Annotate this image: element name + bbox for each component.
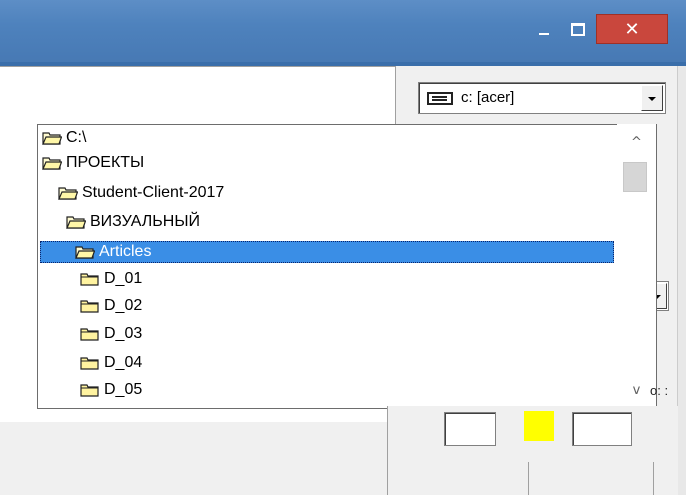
folder-item[interactable]: D_03: [80, 323, 142, 345]
folder-item[interactable]: Student-Client-2017: [58, 182, 224, 204]
folder-item-selected[interactable]: Articles: [40, 241, 614, 263]
folder-icon: [80, 356, 100, 370]
folder-icon: [80, 383, 100, 397]
value-field-1[interactable]: [444, 412, 496, 446]
close-icon: ✕: [624, 18, 640, 40]
folder-item-label: D_02: [104, 297, 143, 314]
folder-item-label: Articles: [99, 243, 152, 260]
minimize-button[interactable]: [527, 14, 561, 44]
color-swatch[interactable]: [524, 411, 554, 441]
folder-item-label: D_04: [104, 354, 143, 371]
close-button[interactable]: ✕: [596, 14, 668, 44]
open-folder-icon: [66, 215, 86, 229]
folder-item-label: ПРОЕКТЫ: [66, 154, 145, 171]
maximize-button[interactable]: [561, 14, 595, 44]
drive-select-value: c: [acer]: [461, 89, 515, 106]
folder-item-label: D_03: [104, 325, 143, 342]
open-folder-icon: [42, 131, 62, 145]
screen: ✕ c: [acer] C:\ ПРОЕКТЫ Student-Client-201…: [0, 0, 686, 495]
drive-icon: [427, 92, 453, 105]
folder-icon: [80, 272, 100, 286]
partial-label: o: :: [650, 383, 669, 398]
folder-item[interactable]: ПРОЕКТЫ: [42, 152, 144, 174]
folder-item[interactable]: C:\: [42, 127, 86, 149]
divider: [653, 462, 654, 495]
folder-item-label: D_05: [104, 381, 143, 398]
open-folder-icon: [58, 186, 78, 200]
value-field-2[interactable]: [572, 412, 632, 446]
folder-item[interactable]: D_04: [80, 352, 142, 374]
folder-item[interactable]: D_01: [80, 268, 142, 290]
drive-select-arrow[interactable]: [641, 85, 663, 111]
folder-item[interactable]: ВИЗУАЛЬНЫЙ: [66, 211, 200, 233]
folder-dropdown-list[interactable]: C:\ ПРОЕКТЫ Student-Client-2017 ВИЗУАЛЬНЫЙ A…: [37, 124, 657, 409]
folder-item-label: D_01: [104, 270, 143, 287]
window-right-edge: [677, 66, 686, 495]
folder-item[interactable]: D_02: [80, 295, 142, 317]
open-folder-icon: [75, 245, 95, 259]
divider: [528, 462, 529, 495]
chevron-down-icon: [648, 97, 656, 101]
scrollbar-thumb[interactable]: [623, 162, 647, 192]
folder-item-label: C:\: [66, 129, 87, 146]
folder-list-scrollbar[interactable]: ^ v: [617, 124, 656, 409]
open-folder-icon: [42, 156, 62, 170]
folder-icon: [80, 299, 100, 313]
folder-item-label: Student-Client-2017: [82, 184, 225, 201]
maximize-icon: [571, 22, 585, 36]
scroll-up-icon[interactable]: ^: [617, 130, 656, 154]
drive-select[interactable]: c: [acer]: [418, 82, 666, 114]
folder-item[interactable]: D_05: [80, 379, 142, 401]
folder-item-label: ВИЗУАЛЬНЫЙ: [90, 213, 200, 230]
minimize-icon: [539, 33, 549, 35]
folder-icon: [80, 327, 100, 341]
